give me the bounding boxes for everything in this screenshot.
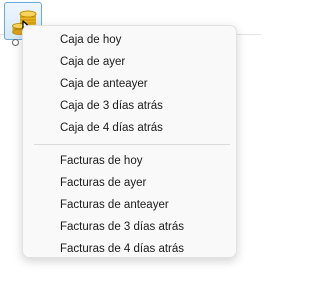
- screen: Caja de hoy Caja de ayer Caja de anteaye…: [0, 0, 261, 282]
- radio-indicator[interactable]: [12, 39, 19, 46]
- menu-item-caja-3-dias[interactable]: Caja de 3 días atrás: [23, 95, 236, 117]
- menu-item-facturas-4-dias[interactable]: Facturas de 4 días atrás: [23, 238, 236, 260]
- menu-item-caja-4-dias[interactable]: Caja de 4 días atrás: [23, 117, 236, 139]
- menu-item-facturas-hoy[interactable]: Facturas de hoy: [23, 150, 236, 172]
- context-menu: Caja de hoy Caja de ayer Caja de anteaye…: [22, 25, 237, 258]
- menu-item-caja-ayer[interactable]: Caja de ayer: [23, 51, 236, 73]
- menu-item-facturas-ayer[interactable]: Facturas de ayer: [23, 172, 236, 194]
- menu-item-caja-hoy[interactable]: Caja de hoy: [23, 29, 236, 51]
- menu-item-caja-anteayer[interactable]: Caja de anteayer: [23, 73, 236, 95]
- menu-item-facturas-anteayer[interactable]: Facturas de anteayer: [23, 194, 236, 216]
- menu-separator: [34, 144, 230, 145]
- menu-item-facturas-3-dias[interactable]: Facturas de 3 días atrás: [23, 216, 236, 238]
